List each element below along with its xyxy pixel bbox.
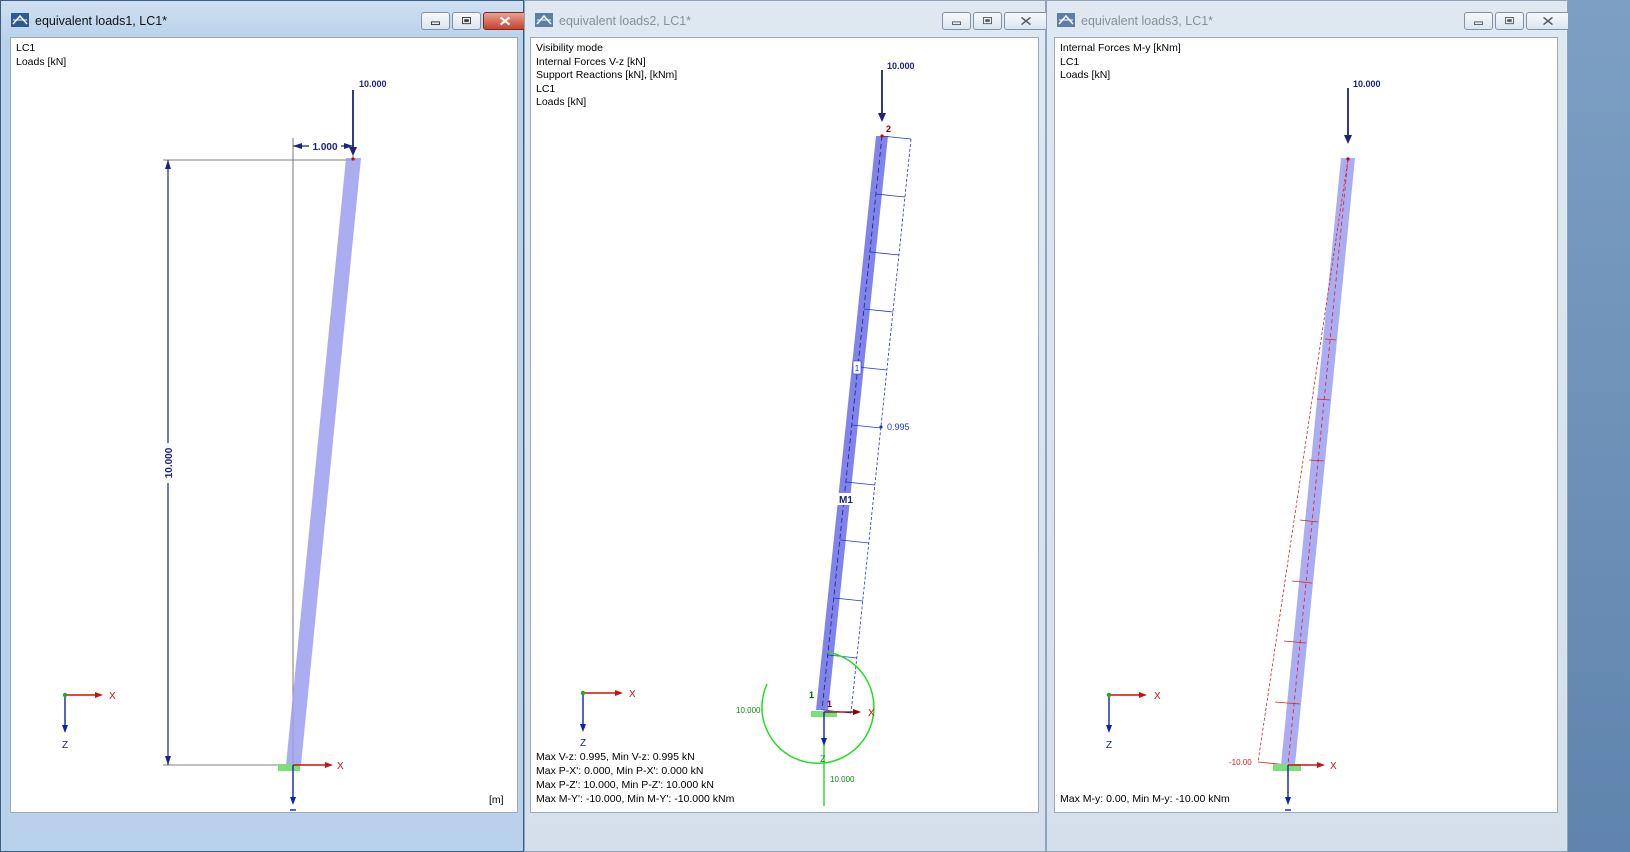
member-axis <box>821 135 883 711</box>
restore-button[interactable] <box>452 12 481 30</box>
load-label: 10.000 <box>359 79 387 89</box>
axis-x-label: X <box>109 691 116 702</box>
horizontal-dimension-label: 1.000 <box>312 142 337 153</box>
load-arrowhead <box>878 113 886 122</box>
window-title: equivalent loads2, LC1* <box>559 14 692 28</box>
close-button[interactable] <box>483 12 527 30</box>
member[interactable] <box>286 158 361 765</box>
close-button[interactable] <box>1526 12 1570 30</box>
unit-label: [m] <box>489 794 504 806</box>
load-label: 10.000 <box>1353 79 1381 89</box>
axis-z-label: Z <box>62 740 68 751</box>
restore-button[interactable] <box>973 12 1002 30</box>
member-tag: 1 <box>855 364 860 373</box>
value-marker <box>879 425 883 429</box>
support-x-label: X <box>1330 761 1337 772</box>
axis-arrowhead <box>853 709 861 715</box>
model-canvas[interactable]: 1.000 10.000 10.000 X X Z <box>11 38 518 813</box>
graphics-view[interactable]: LC1 Loads [kN] 1.000 10.000 10.000 X X Z… <box>10 37 518 813</box>
node[interactable] <box>1346 157 1350 161</box>
axis-arrowhead <box>290 797 296 805</box>
axis-z-label: Z <box>1106 740 1112 751</box>
stats-line: Max V-z: 0.995, Min V-z: 0.995 kN <box>536 751 695 763</box>
axis-arrowhead <box>821 738 827 746</box>
minimize-button[interactable] <box>942 12 971 30</box>
app-icon <box>11 13 29 27</box>
node[interactable] <box>351 157 355 161</box>
app-icon <box>535 13 553 27</box>
stats-line: Max M-y: 0.00, Min M-y: -10.00 kNm <box>1060 793 1230 805</box>
window-title: equivalent loads1, LC1* <box>35 14 168 28</box>
minimize-button[interactable] <box>1464 12 1493 30</box>
app-icon <box>1057 13 1075 27</box>
window-equivalent-loads2[interactable]: equivalent loads2, LC1* Visibility mode … <box>524 0 1048 852</box>
axis-z-label: Z <box>580 738 586 749</box>
stats-line: Max P-X': 0.000, Min P-X': 0.000 kN <box>536 765 704 777</box>
node[interactable] <box>880 134 884 138</box>
vz-value-label: 0.995 <box>887 422 910 432</box>
load-label: 10.000 <box>887 61 915 71</box>
axis-arrowhead <box>325 762 333 768</box>
load-arrowhead <box>349 147 357 156</box>
reaction-moment-label: 10.000 <box>736 706 761 715</box>
reaction-z-label: Z <box>820 754 826 764</box>
result-summary: Max M-y: 0.00, Min M-y: -10.00 kNm <box>1060 792 1230 806</box>
support-x-label: X <box>337 761 344 772</box>
title-bar[interactable]: equivalent loads1, LC1* <box>1 1 527 37</box>
model-canvas[interactable]: 0.995 1 M1 2 1 10.000 10.000 10.000 1 X <box>531 38 1039 813</box>
load-arrowhead <box>1344 135 1352 144</box>
axis-x-label: X <box>1154 691 1161 702</box>
global-axes <box>1106 692 1147 733</box>
minimize-button[interactable] <box>421 12 450 30</box>
window-equivalent-loads3[interactable]: equivalent loads3, LC1* Internal Forces … <box>1046 0 1570 852</box>
vertical-dimension-label: 10.000 <box>164 447 175 478</box>
graphics-view[interactable]: Visibility mode Internal Forces V-z [kN]… <box>530 37 1039 813</box>
axis-arrowhead <box>1317 762 1325 768</box>
support-node-label: 1 <box>827 699 832 709</box>
title-bar[interactable]: equivalent loads2, LC1* <box>525 1 1048 37</box>
graphics-view[interactable]: Internal Forces M-y [kNm] LC1 Loads [kN]… <box>1054 37 1558 813</box>
window-equivalent-loads1[interactable]: equivalent loads1, LC1* LC1 Loads [kN] 1… <box>0 0 527 852</box>
close-button[interactable] <box>1004 12 1048 30</box>
member-label[interactable]: M1 <box>839 495 853 506</box>
stats-line: Max P-Z': 10.000, Min P-Z': 10.000 kN <box>536 779 714 791</box>
support-x-label: X <box>868 708 875 719</box>
title-bar[interactable]: equivalent loads3, LC1* <box>1047 1 1570 37</box>
axis-arrowhead <box>1285 797 1291 805</box>
reaction-force-label: 10.000 <box>830 775 855 784</box>
moment-value-label: -10.00 <box>1229 758 1252 767</box>
axis-x-label: X <box>629 689 636 700</box>
global-axes <box>580 690 623 732</box>
restore-button[interactable] <box>1495 12 1524 30</box>
global-axes <box>62 692 103 733</box>
model-canvas[interactable]: -10.00 10.000 X X Z <box>1055 38 1558 813</box>
window-title: equivalent loads3, LC1* <box>1081 14 1214 28</box>
result-summary: Max V-z: 0.995, Min V-z: 0.995 kN Max P-… <box>536 750 734 806</box>
node-bottom-label: 1 <box>809 690 814 700</box>
desktop-background <box>1568 0 1630 852</box>
stats-line: Max M-Y': -10.000, Min M-Y': -10.000 kNm <box>536 793 735 805</box>
node-top-label: 2 <box>886 124 891 134</box>
